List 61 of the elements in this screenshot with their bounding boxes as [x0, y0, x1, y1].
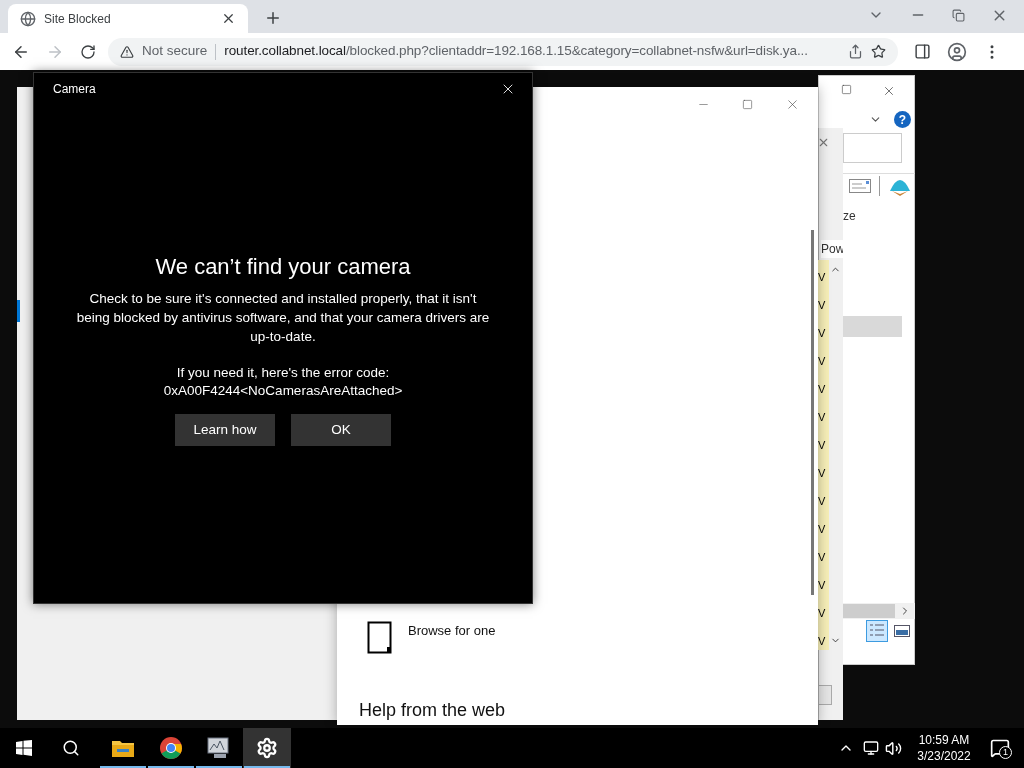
image-view-icon[interactable] [894, 625, 910, 637]
restore-icon[interactable] [952, 8, 965, 22]
envelope-icon [849, 178, 871, 193]
folder-icon [111, 738, 135, 758]
tab-title: Site Blocked [44, 10, 112, 28]
list-cell-text: V [818, 382, 827, 397]
dialog-heading: We can’t find your camera [155, 253, 411, 281]
notification-count: 1 [999, 746, 1012, 759]
address-bar[interactable]: Not secure router.collabnet.local/blocked.php?clientaddr=192.168.1.15&category=collabnet-nsfw&url=disk.ya... [108, 37, 898, 66]
side-panel-icon[interactable] [914, 43, 931, 60]
chrome-icon [159, 736, 183, 760]
section-heading: Help from the web [359, 699, 506, 721]
column-header: ze [843, 208, 856, 225]
horizontal-scrollbar[interactable] [843, 603, 915, 619]
share-icon[interactable] [848, 44, 863, 59]
list-cell-text: V [818, 466, 827, 481]
security-label: Not secure [142, 42, 208, 61]
dialog-title: Camera [53, 81, 96, 98]
search-icon[interactable] [62, 739, 80, 757]
volume-icon[interactable] [885, 739, 902, 757]
list-cell-text: V [818, 270, 827, 285]
notifications-icon[interactable] [990, 738, 1010, 758]
list-cell-text: V [818, 550, 827, 565]
new-tab-icon[interactable] [264, 9, 282, 27]
error-code: 0xA00F4244<NoCamerasAreAttached> [163, 382, 403, 400]
monitor-icon [206, 736, 232, 760]
clock-time: 10:59 AM [918, 732, 970, 748]
dialog-button[interactable]: Learn how [175, 414, 275, 446]
browser-tab[interactable]: Site Blocked [8, 4, 248, 33]
search-field[interactable] [843, 133, 902, 163]
star-icon[interactable] [871, 44, 886, 59]
list-cell-text: V [818, 578, 827, 593]
url-text: router.collabnet.local/blocked.php?clientaddr=192.168.1.15&category=collabnet-nsfw&url=disk.ya... [224, 42, 808, 61]
globe-icon [20, 10, 36, 27]
clock-date: 3/23/2022 [917, 748, 971, 764]
error-intro: If you need it, here's the error code: [176, 364, 390, 382]
dialog-button[interactable]: OK [291, 414, 391, 446]
profile-icon[interactable] [947, 41, 967, 62]
list-cell-text: V [818, 326, 827, 341]
list-cell-text: V [818, 410, 827, 425]
clock[interactable]: 10:59 AM 3/23/2022 [914, 732, 974, 764]
dialog-message: Check to be sure it's connected and installed properly, that it isn't being blocked by antivirus software, and that your camera drivers are up-to-date. [75, 290, 491, 346]
gear-icon [256, 737, 278, 759]
network-icon[interactable] [863, 740, 879, 756]
list-cell-text: V [818, 634, 827, 649]
list-cell-text: V [818, 494, 827, 509]
list-cell-text: V [818, 606, 827, 621]
maximize-icon[interactable] [841, 84, 852, 95]
list-cell-text: V [818, 522, 827, 537]
taskbar-app[interactable] [243, 728, 291, 768]
list-cell-text: V [818, 354, 827, 369]
close-tab-icon[interactable] [221, 11, 236, 26]
windows-icon[interactable] [16, 740, 32, 756]
reload-icon[interactable] [80, 43, 96, 60]
help-icon[interactable]: ? [894, 111, 911, 128]
selection-bar [843, 316, 902, 337]
document-icon [367, 621, 393, 655]
option-label[interactable]: Browse for one [408, 621, 496, 641]
list-cell-text: V [818, 438, 827, 453]
warning-icon [120, 44, 134, 59]
list-cell-text: V [818, 298, 827, 313]
